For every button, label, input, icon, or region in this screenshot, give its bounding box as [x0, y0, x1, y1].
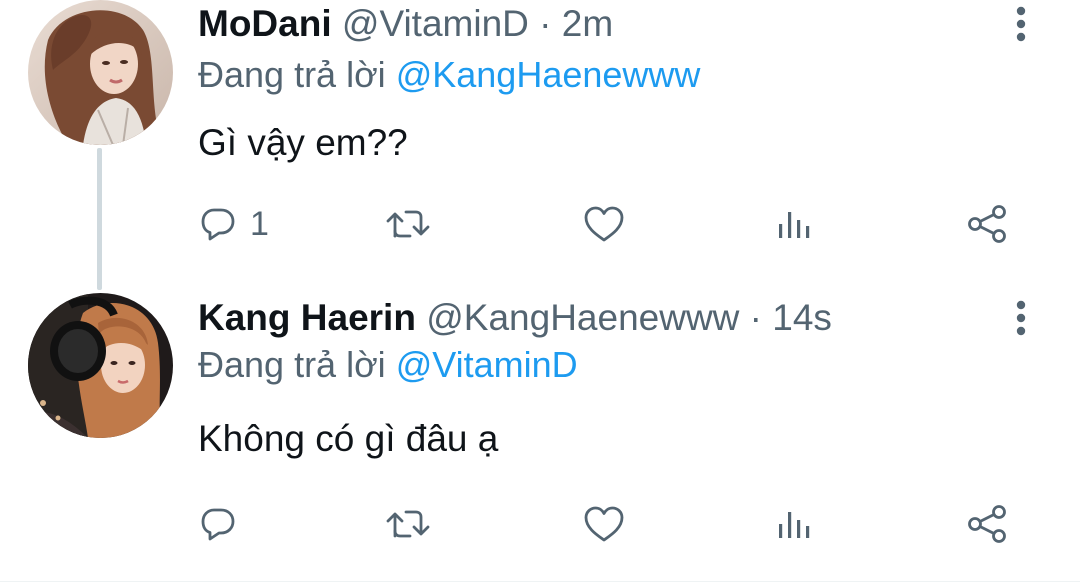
- share-icon: [968, 205, 1006, 243]
- avatar-photo-icon: [28, 293, 173, 438]
- tweet[interactable]: Kang Haerin @KangHaenewww · 14s Đang trả…: [0, 292, 1080, 584]
- reply-thread: MoDani @VitaminD · 2m Đang trả lời @Kang…: [0, 0, 1080, 584]
- reply-button[interactable]: 1: [200, 200, 269, 248]
- share-button[interactable]: [966, 500, 1008, 548]
- reply-icon: [201, 208, 235, 241]
- heart-icon: [584, 506, 624, 542]
- avatar-photo-icon: [28, 0, 173, 145]
- replying-to-label: Đang trả lời: [198, 54, 386, 95]
- retweet-button[interactable]: [386, 200, 430, 248]
- views-button[interactable]: [776, 500, 812, 548]
- display-name[interactable]: MoDani: [198, 3, 332, 44]
- tweet-header: Kang Haerin @KangHaenewww · 14s: [198, 294, 832, 344]
- analytics-bars-icon: [779, 512, 810, 538]
- replying-to-line: Đang trả lời @KangHaenewww: [198, 52, 700, 98]
- divider: [0, 581, 1080, 582]
- separator-dot: ·: [539, 3, 552, 44]
- tweet-text: Không có gì đâu ạ: [198, 418, 499, 459]
- timestamp[interactable]: 2m: [562, 3, 613, 44]
- share-icon: [968, 505, 1006, 543]
- views-button[interactable]: [776, 200, 812, 248]
- avatar[interactable]: [28, 293, 173, 438]
- thread-connector-line: [97, 148, 102, 290]
- retweet-icon: [386, 210, 430, 238]
- like-button[interactable]: [583, 200, 625, 248]
- replying-to-line: Đang trả lời @VitaminD: [198, 342, 578, 388]
- separator-dot: ·: [749, 297, 762, 338]
- avatar[interactable]: [28, 0, 173, 145]
- replying-to-label: Đang trả lời: [198, 344, 386, 385]
- tweet-header: MoDani @VitaminD · 2m: [198, 0, 613, 50]
- username-handle[interactable]: @KangHaenewww: [426, 297, 739, 338]
- reply-button[interactable]: [200, 500, 250, 548]
- replying-to-mention[interactable]: @VitaminD: [396, 344, 578, 385]
- reply-count: 1: [250, 204, 269, 243]
- reply-icon: [201, 508, 235, 541]
- analytics-bars-icon: [779, 212, 810, 238]
- replying-to-mention[interactable]: @KangHaenewww: [396, 54, 701, 95]
- retweet-icon: [386, 510, 430, 538]
- timestamp[interactable]: 14s: [772, 297, 832, 338]
- more-options-icon[interactable]: [1006, 4, 1036, 44]
- retweet-button[interactable]: [386, 500, 430, 548]
- tweet-actions: [198, 500, 1028, 548]
- tweet-actions: 1: [198, 200, 1028, 248]
- tweet[interactable]: MoDani @VitaminD · 2m Đang trả lời @Kang…: [0, 0, 1080, 292]
- more-options-icon[interactable]: [1006, 298, 1036, 338]
- username-handle[interactable]: @VitaminD: [342, 3, 529, 44]
- like-button[interactable]: [583, 500, 625, 548]
- heart-icon: [584, 206, 624, 242]
- display-name[interactable]: Kang Haerin: [198, 297, 416, 338]
- share-button[interactable]: [966, 200, 1008, 248]
- tweet-text: Gì vậy em??: [198, 122, 408, 163]
